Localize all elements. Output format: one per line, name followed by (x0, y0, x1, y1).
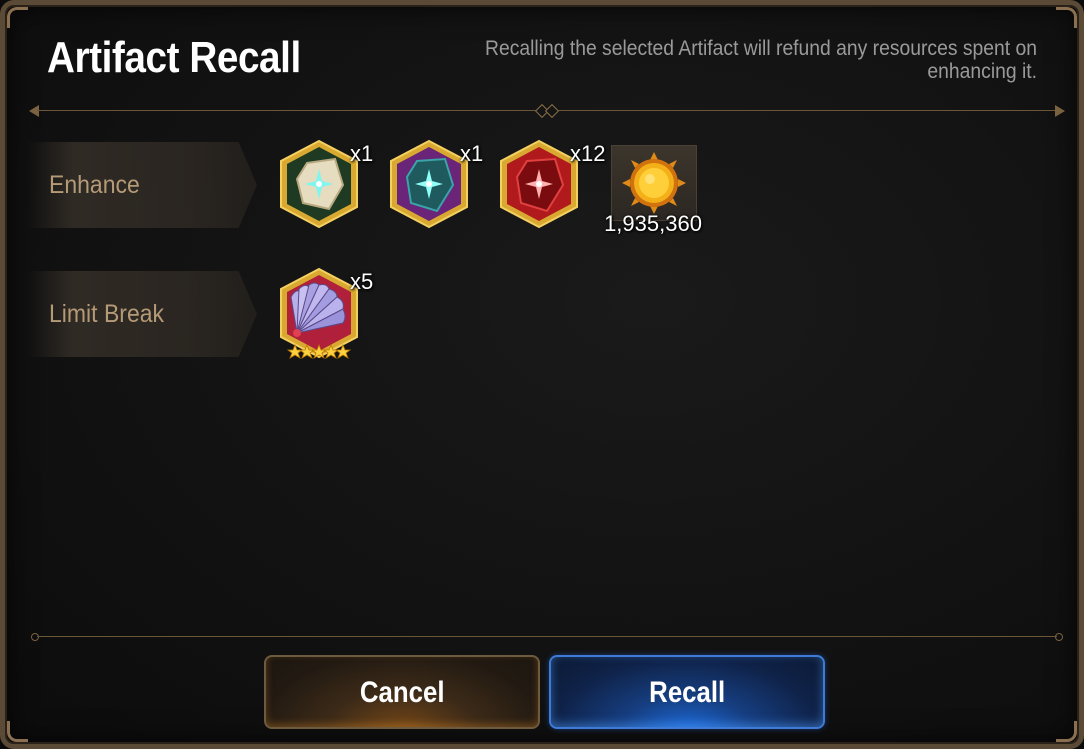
item-count: x1 (350, 141, 374, 166)
bottom-divider (29, 630, 1065, 644)
artifact-recall-dialog: Artifact Recall Recalling the selected A… (0, 0, 1084, 749)
teal-fragment-icon[interactable]: x1 (387, 139, 483, 229)
cancel-button[interactable]: Cancel (264, 655, 540, 729)
red-fragment-icon[interactable]: x12 (497, 139, 605, 229)
item-count: x5 (350, 269, 374, 294)
item-count: x1 (460, 141, 484, 166)
frame-corner (7, 721, 28, 742)
recall-button-label: Recall (648, 676, 726, 709)
top-divider (29, 103, 1065, 119)
enhance-label: Enhance (49, 171, 140, 199)
enhance-row-label: Enhance (27, 142, 257, 228)
limit-break-row-label: Limit Break (27, 271, 257, 357)
fan-artifact-icon[interactable]: x5 (277, 267, 373, 365)
frame-corner (7, 7, 28, 28)
dialog-title: Artifact Recall (47, 33, 301, 82)
dialog-description: Recalling the selected Artifact will ref… (485, 37, 1037, 83)
frame-corner (1056, 721, 1077, 742)
gold-coin-icon (622, 152, 686, 214)
frame-corner (1056, 7, 1077, 28)
white-fragment-icon[interactable]: x1 (277, 139, 373, 229)
item-count: x12 (570, 141, 606, 166)
limit-break-label: Limit Break (49, 300, 165, 328)
gold-amount: 1,935,360 (604, 211, 702, 236)
recall-button[interactable]: Recall (549, 655, 825, 729)
cancel-button-label: Cancel (359, 676, 445, 709)
gold-coin-slot[interactable] (611, 145, 697, 221)
